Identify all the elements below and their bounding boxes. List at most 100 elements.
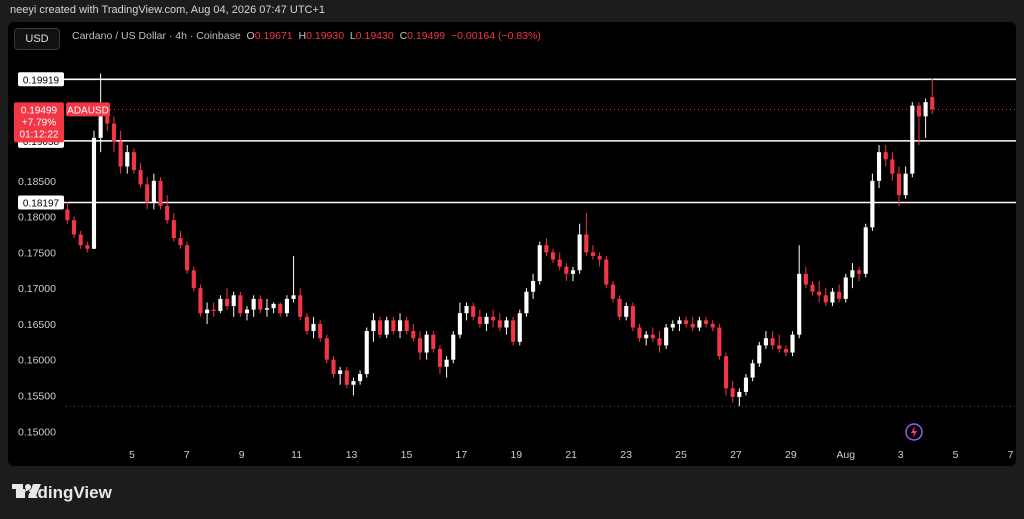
candle-body	[497, 320, 502, 328]
candle-body	[823, 295, 828, 303]
candle-body	[444, 359, 449, 367]
candle-body	[624, 306, 629, 317]
candle-body	[511, 320, 516, 342]
candle-body	[304, 316, 309, 332]
x-tick-label: 5	[129, 449, 135, 461]
tradingview-logo[interactable]: TradingView	[12, 483, 112, 503]
candle-body	[218, 298, 223, 312]
candle-body	[298, 295, 303, 317]
candle-body	[890, 159, 895, 174]
candle-body	[670, 323, 675, 328]
x-tick-label: 23	[620, 449, 632, 461]
candle-body	[85, 245, 90, 249]
candle-body	[703, 320, 709, 324]
candle-body	[411, 331, 416, 339]
candle-body	[650, 334, 655, 339]
candle-body	[531, 280, 536, 292]
candle-body	[198, 288, 203, 314]
candle-body	[797, 273, 802, 335]
candle-body	[417, 338, 423, 353]
candle-body	[291, 295, 296, 299]
candle-body	[358, 374, 363, 382]
x-tick-label: 25	[675, 449, 687, 461]
y-tick-label: 0.16500	[18, 319, 56, 331]
candle-body	[278, 303, 283, 314]
candle-body	[610, 284, 615, 299]
candle-body	[863, 227, 868, 274]
candle-body	[923, 102, 928, 117]
x-tick-label: 9	[239, 449, 245, 461]
candle-body	[351, 381, 356, 385]
candle-body	[783, 348, 788, 353]
candle-body	[817, 291, 822, 296]
candle-body	[131, 152, 136, 171]
candle-body	[484, 316, 489, 324]
candle-body	[71, 220, 77, 235]
candle-body	[723, 356, 729, 389]
candle-body	[837, 291, 842, 299]
candle-body	[344, 370, 349, 385]
candle-body	[664, 327, 669, 346]
candle-body	[145, 184, 150, 203]
candle-body	[830, 291, 835, 303]
x-tick-label: 17	[456, 449, 468, 461]
candle-body	[644, 334, 649, 339]
candle-body	[205, 309, 210, 314]
candle-body	[504, 320, 509, 328]
candle-body	[271, 303, 276, 309]
candle-body	[231, 295, 236, 307]
candle-body	[896, 173, 902, 196]
candle-body	[91, 137, 97, 249]
x-tick-label: 7	[1008, 449, 1014, 461]
candle-body	[743, 377, 749, 392]
chart-panel[interactable]: USD Cardano / US Dollar · 4h · Coinbase …	[8, 22, 1016, 466]
candle-body	[803, 273, 808, 285]
price-tag-countdown: 01:12:22	[20, 129, 59, 140]
candle-body	[165, 205, 170, 221]
tradingview-logo-icon	[12, 484, 41, 498]
symbol-tag-label: ADAUSD	[67, 105, 109, 116]
candle-body	[324, 338, 329, 360]
candle-body	[457, 313, 462, 335]
candle-body	[244, 309, 250, 314]
candle-body	[391, 320, 396, 332]
candle-body	[710, 323, 715, 328]
candle-body	[876, 152, 882, 181]
candle-body	[397, 320, 403, 332]
candle-body	[517, 313, 522, 342]
candle-body	[577, 234, 582, 271]
y-tick-label: 0.15500	[18, 390, 56, 402]
candle-body	[730, 388, 735, 397]
candle-body	[111, 123, 117, 142]
y-tick-label: 0.18000	[18, 212, 56, 224]
candle-body	[843, 277, 848, 299]
lightning-bolt-icon	[911, 426, 917, 438]
candle-body	[125, 152, 130, 167]
candle-body	[684, 320, 689, 324]
candle-body	[371, 320, 376, 332]
x-tick-label: 27	[730, 449, 742, 461]
x-tick-label: Aug	[836, 449, 855, 461]
candle-body	[750, 363, 755, 378]
candle-body	[151, 180, 156, 203]
candle-body	[105, 116, 110, 124]
candle-body	[737, 391, 742, 397]
candle-body	[364, 331, 369, 375]
candle-body	[185, 245, 190, 271]
candle-body	[930, 97, 935, 110]
candle-body	[810, 284, 815, 292]
candle-body	[451, 334, 456, 360]
candle-body	[284, 298, 289, 314]
candle-body	[78, 234, 83, 246]
candle-body	[251, 298, 256, 310]
candle-body	[118, 141, 123, 167]
candle-body	[770, 338, 775, 346]
candlestick-chart[interactable]: 0.199190.190580.18197 5 7 9 11 13 15 17 19 21 23 2…	[8, 22, 1016, 466]
x-tick-label: 21	[565, 449, 577, 461]
candle-body	[311, 323, 316, 332]
candle-body	[590, 252, 596, 256]
candle-body	[544, 245, 549, 253]
chart-credit: neeyi created with TradingView.com, Aug …	[10, 4, 326, 16]
candle-body	[491, 316, 496, 321]
candle-body	[471, 306, 476, 317]
